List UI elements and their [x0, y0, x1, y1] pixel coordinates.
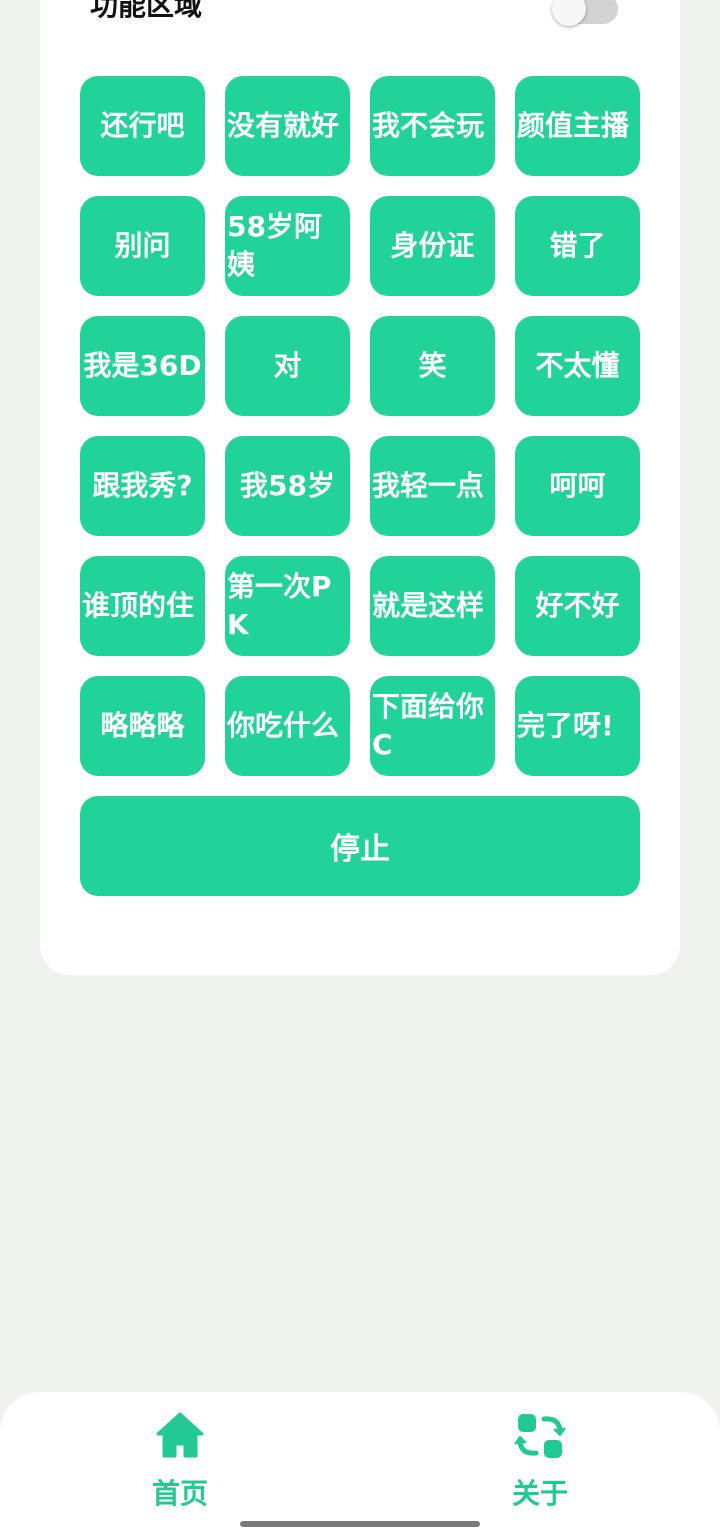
- sound-button[interactable]: 下面给你C: [370, 676, 495, 776]
- sound-button[interactable]: 我58岁: [225, 436, 350, 536]
- sound-button[interactable]: 别问: [80, 196, 205, 296]
- home-icon: [156, 1412, 204, 1458]
- sound-button[interactable]: 好不好: [515, 556, 640, 656]
- nav-item-home[interactable]: 首页: [120, 1410, 240, 1512]
- nav-label-home: 首页: [151, 1477, 208, 1510]
- sound-button[interactable]: 不太懂: [515, 316, 640, 416]
- function-area-toggle[interactable]: [552, 0, 618, 26]
- sound-button[interactable]: 颜值主播: [515, 76, 640, 176]
- stop-button[interactable]: 停止: [80, 796, 640, 896]
- section-title: 功能区域: [90, 0, 203, 22]
- sound-button[interactable]: 第一次PK: [225, 556, 350, 656]
- nav-item-about[interactable]: 关于: [480, 1410, 600, 1512]
- nav-label-about: 关于: [511, 1477, 568, 1510]
- sound-button[interactable]: 身份证: [370, 196, 495, 296]
- sound-button[interactable]: 笑: [370, 316, 495, 416]
- sound-button[interactable]: 就是这样: [370, 556, 495, 656]
- sound-button[interactable]: 完了呀!: [515, 676, 640, 776]
- sound-button[interactable]: 58岁阿姨: [225, 196, 350, 296]
- bottom-nav: 首页 关于: [0, 1392, 720, 1531]
- sound-button[interactable]: 呵呵: [515, 436, 640, 536]
- sound-button[interactable]: 你吃什么: [225, 676, 350, 776]
- sound-button[interactable]: 对: [225, 316, 350, 416]
- sound-button[interactable]: 没有就好: [225, 76, 350, 176]
- swap-icon: [514, 1414, 566, 1458]
- sound-button[interactable]: 我不会玩: [370, 76, 495, 176]
- sound-button[interactable]: 我轻一点: [370, 436, 495, 536]
- sound-button[interactable]: 谁顶的住: [80, 556, 205, 656]
- sound-button-grid: 还行吧 没有就好 我不会玩 颜值主播别问 58岁阿姨 身份证 错了我是36D 对笑不太懂跟我秀…: [80, 76, 640, 776]
- sound-button[interactable]: 还行吧: [80, 76, 205, 176]
- sound-button[interactable]: 略略略: [80, 676, 205, 776]
- sound-button[interactable]: 我是36D: [80, 316, 205, 416]
- sound-button[interactable]: 跟我秀?: [80, 436, 205, 536]
- sound-button[interactable]: 错了: [515, 196, 640, 296]
- home-indicator: [240, 1521, 480, 1527]
